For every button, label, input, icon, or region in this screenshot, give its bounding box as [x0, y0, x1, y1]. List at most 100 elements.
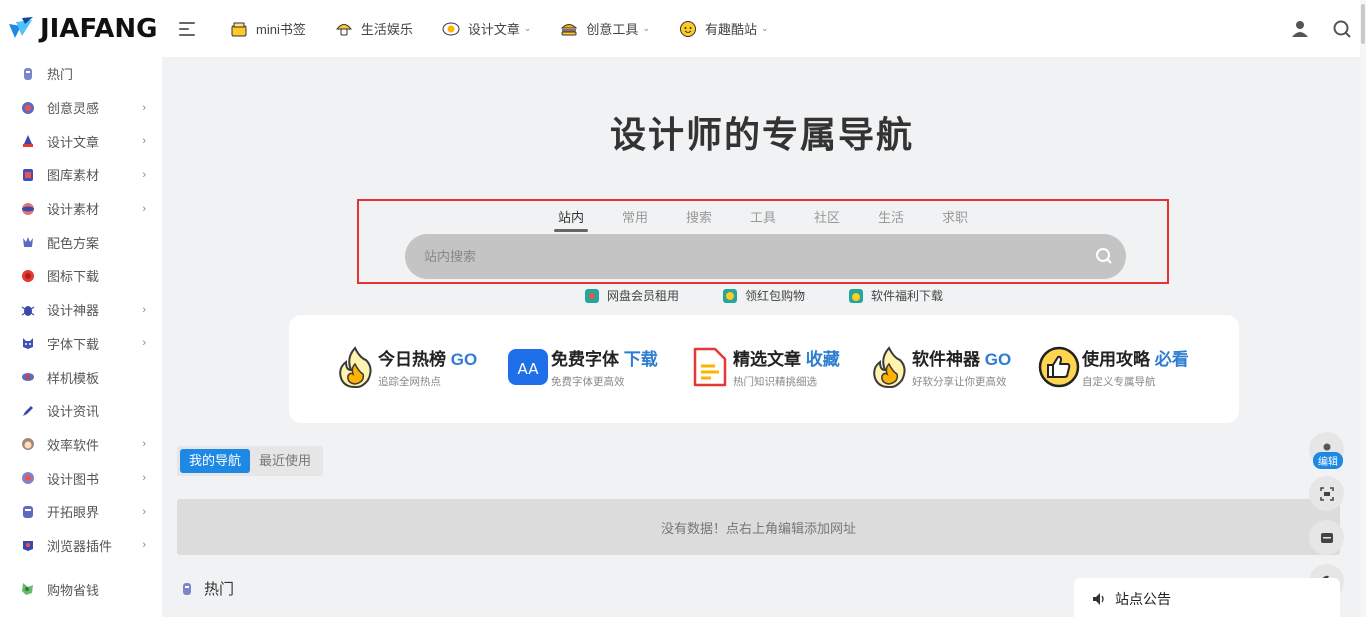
chevron-right-icon: ›	[142, 337, 146, 350]
search-icon[interactable]	[1094, 246, 1114, 266]
mushroom-icon	[335, 23, 352, 35]
sidebar-item-label: 样机模板	[47, 370, 100, 386]
search-tab-community[interactable]: 社区	[812, 207, 842, 232]
thumbs-up-icon	[1038, 346, 1080, 388]
tab-recent[interactable]: 最近使用	[250, 449, 320, 473]
user-edit-button[interactable]: 编辑	[1309, 432, 1344, 469]
sidebar-item-materials[interactable]: 设计素材 ›	[0, 192, 162, 226]
chevron-right-icon: ›	[142, 135, 146, 148]
feature-articles[interactable]: 精选文章 收藏 热门知识精挑细选	[689, 345, 840, 389]
search-input[interactable]	[405, 234, 1126, 279]
search-tabs: 站内 常用 搜索 工具 社区 生活 求职	[359, 207, 1167, 232]
search-tab-tools[interactable]: 工具	[748, 207, 778, 232]
svg-text:AA: AA	[518, 360, 540, 378]
quick-link-red-packet[interactable]: 领红包购物	[722, 287, 805, 304]
nav-item-design-articles[interactable]: 设计文章 ⌄	[442, 19, 531, 38]
dock-icon	[1320, 532, 1333, 543]
wizard-icon	[20, 133, 36, 149]
sidebar-item-label: 设计文章	[47, 134, 100, 150]
sidebar-item-fonts[interactable]: 字体下载 ›	[0, 327, 162, 361]
sidebar-item-label: 开拓眼界	[47, 505, 100, 521]
edit-badge[interactable]: 编辑	[1313, 452, 1343, 469]
quick-links: 网盘会员租用 领红包购物 软件福利下载	[584, 287, 986, 304]
search-panel: 站内 常用 搜索 工具 社区 生活 求职	[357, 199, 1169, 284]
chevron-right-icon: ›	[142, 505, 146, 518]
top-right-tools	[1268, 0, 1366, 57]
feature-free-fonts[interactable]: AA 免费字体 下载 免费字体更高效	[507, 345, 658, 389]
sidebar-item-tools[interactable]: 设计神器 ›	[0, 293, 162, 327]
nav-item-cool-sites[interactable]: 有趣酷站 ⌄	[679, 19, 769, 38]
hot-icon	[183, 582, 191, 595]
sidebar-item-label: 字体下载	[47, 336, 100, 352]
sidebar-item-icons[interactable]: 图标下载	[0, 259, 162, 293]
logo[interactable]: JIAFANG	[0, 0, 162, 57]
sidebar-item-creative[interactable]: 创意灵感 ›	[0, 91, 162, 125]
feature-title: 免费字体	[551, 350, 619, 369]
nav-item-lifestyle[interactable]: 生活娱乐	[335, 19, 413, 38]
nav-item-label: 创意工具	[586, 22, 639, 37]
sidebar-item-label: 购物省钱	[47, 582, 100, 598]
menu-toggle-icon[interactable]	[179, 21, 197, 36]
sidebar-item-software[interactable]: 效率软件 ›	[0, 428, 162, 462]
search-icon[interactable]	[1332, 19, 1352, 39]
feature-highlight: GO	[984, 350, 1012, 369]
sidebar-item-gallery[interactable]: 图库素材 ›	[0, 158, 162, 192]
sidebar-item-plugins[interactable]: 浏览器插件 ›	[0, 529, 162, 563]
sidebar-item-mockups[interactable]: 样机模板	[0, 360, 162, 394]
feature-highlight: 必看	[1154, 350, 1189, 369]
sidebar-item-label: 图标下载	[47, 269, 100, 285]
feature-guide[interactable]: 使用攻略 必看 自定义专属导航	[1038, 345, 1189, 389]
user-icon[interactable]	[1290, 19, 1310, 39]
page-scrollbar[interactable]	[1360, 0, 1366, 617]
my-nav-empty-state: 没有数据！点右上角编辑添加网址	[177, 499, 1340, 555]
sidebar-item-label: 浏览器插件	[47, 538, 113, 554]
feature-highlight: GO	[450, 350, 478, 369]
quick-link-cloud-disk[interactable]: 网盘会员租用	[584, 287, 679, 304]
nav-item-mini-bookmarks[interactable]: mini书签	[230, 19, 306, 38]
speaker-icon	[1093, 593, 1104, 605]
search-tab-common[interactable]: 常用	[620, 207, 650, 232]
feature-title: 软件神器	[912, 350, 980, 369]
my-nav-tabs: 我的导航 最近使用	[177, 446, 324, 476]
document-icon	[693, 347, 727, 387]
chevron-down-icon: ⌄	[761, 23, 769, 33]
sidebar-item-news[interactable]: 设计资讯	[0, 394, 162, 428]
sidebar-item-label: 设计图书	[47, 471, 100, 487]
sidebar-item-horizons[interactable]: 开拓眼界 ›	[0, 495, 162, 529]
search-tab-search[interactable]: 搜索	[684, 207, 714, 232]
chevron-right-icon: ›	[142, 101, 146, 114]
search-tab-life[interactable]: 生活	[876, 207, 906, 232]
quick-link-label: 领红包购物	[745, 289, 806, 303]
chevron-down-icon: ⌄	[642, 23, 650, 33]
sidebar-item-label: 设计素材	[47, 202, 100, 218]
search-tab-site[interactable]: 站内	[553, 207, 588, 232]
burger-icon	[561, 23, 578, 35]
sidebar-item-articles[interactable]: 设计文章 ›	[0, 124, 162, 158]
feature-subtitle: 自定义专属导航	[1082, 376, 1156, 388]
nav-item-creative-tools[interactable]: 创意工具 ⌄	[560, 19, 650, 38]
monkey-icon	[20, 436, 36, 452]
sidebar-item-shopping[interactable]: 购物省钱	[0, 572, 162, 606]
section-heading-hot: 热门	[180, 578, 234, 599]
feature-hot-list[interactable]: 今日热榜 GO 追踪全网热点	[334, 345, 477, 389]
font-aa-icon: AA	[508, 349, 548, 385]
font-icon	[20, 335, 36, 351]
feature-subtitle: 好软分享让你更高效	[912, 376, 1007, 388]
sidebar-item-books[interactable]: 设计图书 ›	[0, 461, 162, 495]
red-packet-icon	[723, 288, 738, 303]
site-notice: 站点公告	[1074, 578, 1340, 617]
scan-button[interactable]	[1309, 476, 1344, 511]
chevron-right-icon: ›	[142, 438, 146, 451]
egg-icon	[442, 22, 460, 35]
quick-link-software-gift[interactable]: 软件福利下载	[848, 287, 943, 304]
feature-software[interactable]: 软件神器 GO 好软分享让你更高效	[868, 345, 1011, 389]
sidebar-item-hot[interactable]: 热门	[0, 57, 162, 91]
sidebar-item-palette[interactable]: 配色方案	[0, 225, 162, 259]
feature-card: 今日热榜 GO 追踪全网热点 AA 免费字体 下载 免费字体更高效 精选文章 收…	[289, 315, 1239, 423]
search-tab-jobs[interactable]: 求职	[940, 207, 970, 232]
scrollbar-thumb[interactable]	[1361, 4, 1365, 44]
dock-button[interactable]	[1309, 520, 1344, 555]
tab-my-nav[interactable]: 我的导航	[180, 449, 251, 473]
quick-link-label: 软件福利下载	[871, 289, 944, 303]
sidebar-item-label: 设计神器	[47, 303, 100, 319]
